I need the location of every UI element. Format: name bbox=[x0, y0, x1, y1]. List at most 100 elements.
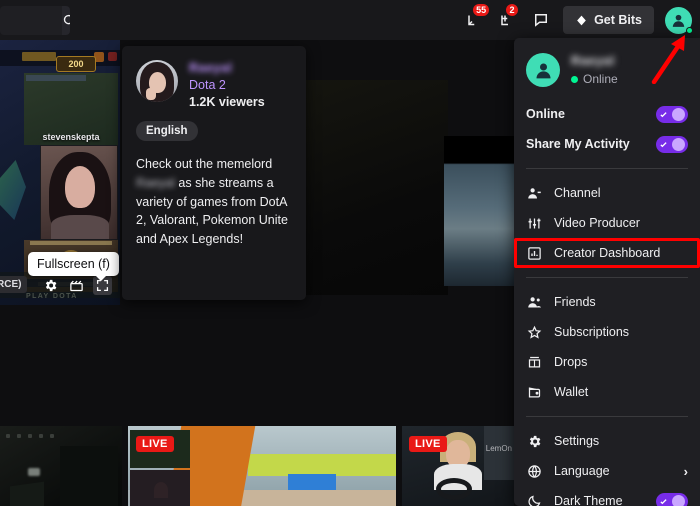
thumb3-channel-label: LemOn bbox=[485, 444, 512, 453]
menu-avatar bbox=[526, 53, 560, 87]
menu-item-wallet[interactable]: Wallet bbox=[514, 377, 700, 407]
menu-item-drops[interactable]: Drops bbox=[514, 347, 700, 377]
background-stream-card-a[interactable] bbox=[306, 80, 448, 295]
menu-item-dark-theme[interactable]: Dark Theme bbox=[514, 486, 700, 506]
clip-icon[interactable] bbox=[67, 276, 86, 295]
thumb3-side-panel bbox=[484, 426, 514, 480]
thumbnail-card[interactable]: LIVE bbox=[128, 426, 396, 506]
menu-item-channel[interactable]: Channel bbox=[514, 178, 700, 208]
background-stream-card-b[interactable] bbox=[444, 136, 516, 286]
menu-item-label: Settings bbox=[554, 434, 600, 448]
whispers-icon bbox=[535, 14, 548, 27]
toggle-knob bbox=[672, 107, 685, 121]
menu-item-label: Dark Theme bbox=[554, 494, 623, 506]
thumb1-object bbox=[10, 481, 44, 506]
nav-right-cluster: 55 2 Get Bits bbox=[464, 0, 693, 40]
thumb3-steering-wheel bbox=[436, 478, 472, 500]
menu-item-label: Drops bbox=[554, 355, 588, 369]
online-toggle[interactable] bbox=[656, 105, 688, 123]
search-button[interactable] bbox=[62, 6, 70, 35]
drops-icon bbox=[526, 355, 543, 370]
thumb1-lamp bbox=[28, 468, 40, 476]
online-status-dot bbox=[686, 26, 693, 34]
moon-icon bbox=[526, 494, 543, 506]
menu-item-creator-dashboard[interactable]: Creator Dashboard bbox=[514, 238, 700, 268]
stream-badge-200: 200 bbox=[56, 56, 96, 72]
gear-icon bbox=[526, 434, 543, 449]
stream-category[interactable]: Dota 2 bbox=[189, 78, 265, 92]
menu-divider bbox=[526, 416, 688, 417]
hud-gold-indicator bbox=[22, 52, 56, 61]
gear-icon[interactable] bbox=[41, 276, 60, 295]
globe-icon bbox=[526, 464, 543, 479]
left-panel-filler bbox=[0, 305, 120, 375]
hover-card-header: Raeyal Dota 2 1.2K viewers bbox=[136, 60, 292, 109]
menu-item-subscriptions[interactable]: Subscriptions bbox=[514, 317, 700, 347]
thumb1-wall bbox=[60, 446, 118, 506]
menu-item-label: Friends bbox=[554, 295, 596, 309]
share-my-activity-toggle[interactable] bbox=[656, 135, 688, 153]
streamer-username[interactable]: Raeyal bbox=[189, 61, 265, 75]
hero-name-tag bbox=[26, 75, 86, 81]
stream-hover-card: Raeyal Dota 2 1.2K viewers English Check… bbox=[122, 46, 306, 300]
menu-item-share-my-activity[interactable]: Share My Activity bbox=[514, 129, 700, 159]
user-avatar-icon bbox=[536, 63, 550, 78]
menu-username: Raeyal bbox=[571, 54, 615, 68]
notifications-button[interactable]: 55 bbox=[464, 2, 492, 31]
menu-item-label: Video Producer bbox=[554, 216, 640, 230]
get-bits-button[interactable]: Get Bits bbox=[563, 6, 654, 34]
live-badge: LIVE bbox=[409, 436, 447, 452]
menu-item-settings[interactable]: Settings bbox=[514, 426, 700, 456]
status-dot bbox=[571, 75, 578, 83]
status-label: Online bbox=[583, 72, 618, 86]
toggle-knob bbox=[672, 137, 685, 151]
overlay-text-line-1 bbox=[30, 241, 112, 245]
sliders-icon bbox=[526, 216, 543, 231]
notifications-badge: 55 bbox=[471, 2, 492, 18]
live-badge: LIVE bbox=[136, 436, 174, 452]
thumb1-dots bbox=[6, 434, 54, 438]
language-tag[interactable]: English bbox=[136, 121, 198, 141]
channel-person-icon bbox=[526, 186, 543, 201]
menu-item-friends[interactable]: Friends bbox=[514, 287, 700, 317]
thumb2-green-structure bbox=[248, 454, 396, 476]
fullscreen-tooltip: Fullscreen (f) bbox=[28, 252, 119, 281]
thumbnail-card[interactable] bbox=[0, 426, 122, 506]
streamer-webcam-overlay bbox=[40, 145, 118, 240]
check-icon bbox=[660, 498, 667, 504]
search-bar[interactable] bbox=[0, 6, 70, 35]
webcam-face bbox=[65, 166, 95, 208]
menu-item-online[interactable]: Online bbox=[514, 99, 700, 129]
menu-item-label: Creator Dashboard bbox=[554, 246, 661, 260]
search-icon bbox=[63, 14, 70, 25]
stream-overlay-name: stevenskepta bbox=[42, 132, 100, 142]
get-bits-label: Get Bits bbox=[594, 13, 642, 27]
menu-item-label: Online bbox=[526, 107, 565, 121]
bits-diamond-icon bbox=[577, 15, 586, 25]
star-icon bbox=[526, 325, 543, 340]
screen-root: 200 stevenskepta PLAY DOTA bbox=[0, 0, 700, 506]
menu-item-label: Wallet bbox=[554, 385, 589, 399]
hover-card-meta: Raeyal Dota 2 1.2K viewers bbox=[189, 60, 265, 109]
menu-item-language[interactable]: Language › bbox=[514, 456, 700, 486]
menu-user-info: Raeyal Online bbox=[571, 54, 618, 86]
chevron-right-icon: › bbox=[683, 463, 688, 479]
whispers-button[interactable] bbox=[530, 9, 552, 31]
inbox-button[interactable]: 2 bbox=[497, 2, 521, 31]
menu-item-video-producer[interactable]: Video Producer bbox=[514, 208, 700, 238]
wallet-icon bbox=[526, 385, 543, 400]
user-dropdown-menu: Raeyal Online Online Share My Activity C… bbox=[514, 38, 700, 506]
dark-theme-toggle[interactable] bbox=[656, 492, 688, 506]
menu-status: Online bbox=[571, 72, 618, 86]
hud-sword-art bbox=[0, 160, 26, 220]
user-avatar-button[interactable] bbox=[665, 6, 693, 34]
menu-user-header[interactable]: Raeyal Online bbox=[514, 50, 700, 99]
description-redacted-name: Raeyal bbox=[136, 175, 175, 190]
search-input[interactable] bbox=[0, 6, 62, 35]
inbox-badge: 2 bbox=[504, 2, 521, 18]
avatar[interactable] bbox=[136, 60, 178, 102]
user-avatar-icon bbox=[672, 14, 685, 27]
thumbnail-card[interactable]: LIVE LemOn bbox=[402, 426, 514, 506]
source-quality-label[interactable]: OURCE) bbox=[0, 276, 28, 293]
friends-icon bbox=[526, 295, 543, 310]
